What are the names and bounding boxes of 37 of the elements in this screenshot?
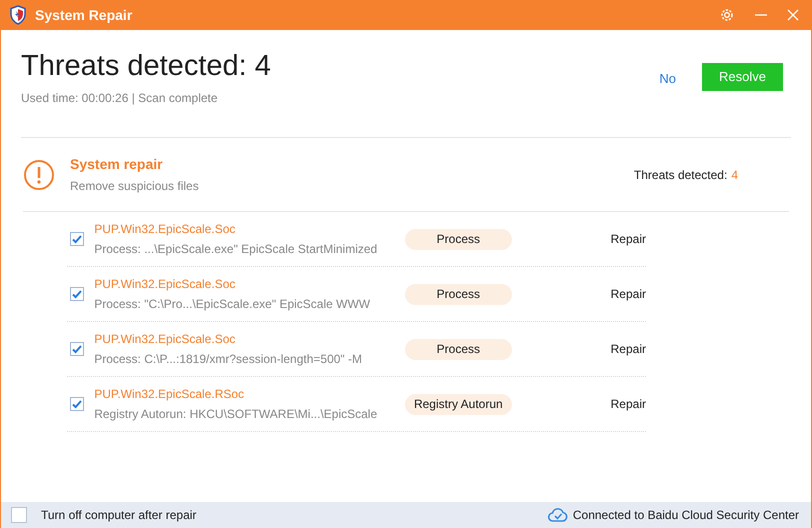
section-title: System repair	[70, 155, 164, 174]
threat-type-tag: Process	[405, 284, 512, 304]
threat-type-tag: Registry Autorun	[405, 394, 512, 414]
checkbox[interactable]	[70, 397, 84, 411]
resolve-button[interactable]: Resolve	[702, 63, 783, 91]
threats-heading: Threats detected: 4	[21, 49, 271, 84]
cloud-icon	[548, 508, 568, 522]
threat-name: PUP.Win32.EpicScale.Soc	[94, 331, 236, 348]
threat-count-label: Threats detected:	[634, 166, 728, 184]
settings-icon[interactable]	[719, 7, 735, 23]
no-link[interactable]: No	[659, 69, 676, 88]
threat-name: PUP.Win32.EpicScale.RSoc	[94, 386, 246, 403]
warning-icon	[23, 158, 55, 190]
connection-status: Connected to Baidu Cloud Security Center	[572, 507, 799, 524]
repair-action: Repair	[610, 396, 646, 413]
section-subtitle: Remove suspicious files	[70, 178, 199, 195]
threat-detail: Process: ...\EpicScale.exe" EpicScale StartMinimized	[94, 241, 378, 258]
checkbox[interactable]	[70, 232, 84, 246]
checkbox[interactable]	[11, 507, 27, 523]
threat-type-tag: Process	[405, 338, 512, 360]
threat-detail: Process: C:\P...:1819/xmr?session-length=500" -M	[94, 351, 364, 368]
close-icon[interactable]	[787, 9, 799, 21]
checkbox[interactable]	[70, 342, 84, 356]
shield-icon	[9, 5, 27, 25]
window-title: System Repair	[35, 6, 132, 25]
repair-action: Repair	[610, 341, 646, 358]
threat-name: PUP.Win32.EpicScale.Soc	[94, 276, 236, 293]
threat-type-tag: Process	[405, 228, 512, 250]
repair-action: Repair	[610, 286, 646, 303]
threat-detail: Process: "C:\Pro...\EpicScale.exe" EpicScale WWW	[94, 296, 372, 313]
threat-count: 4	[731, 166, 738, 184]
repair-action: Repair	[610, 231, 646, 248]
shutdown-option-label: Turn off computer after repair	[41, 507, 196, 524]
threat-detail: Registry Autorun: HKCU\SOFTWARE\Mi...\EpicScale	[94, 406, 378, 423]
scan-summary: Used time: 00:00:26 | Scan complete	[21, 90, 219, 107]
threat-name: PUP.Win32.EpicScale.Soc	[94, 221, 236, 238]
checkbox[interactable]	[70, 287, 84, 301]
